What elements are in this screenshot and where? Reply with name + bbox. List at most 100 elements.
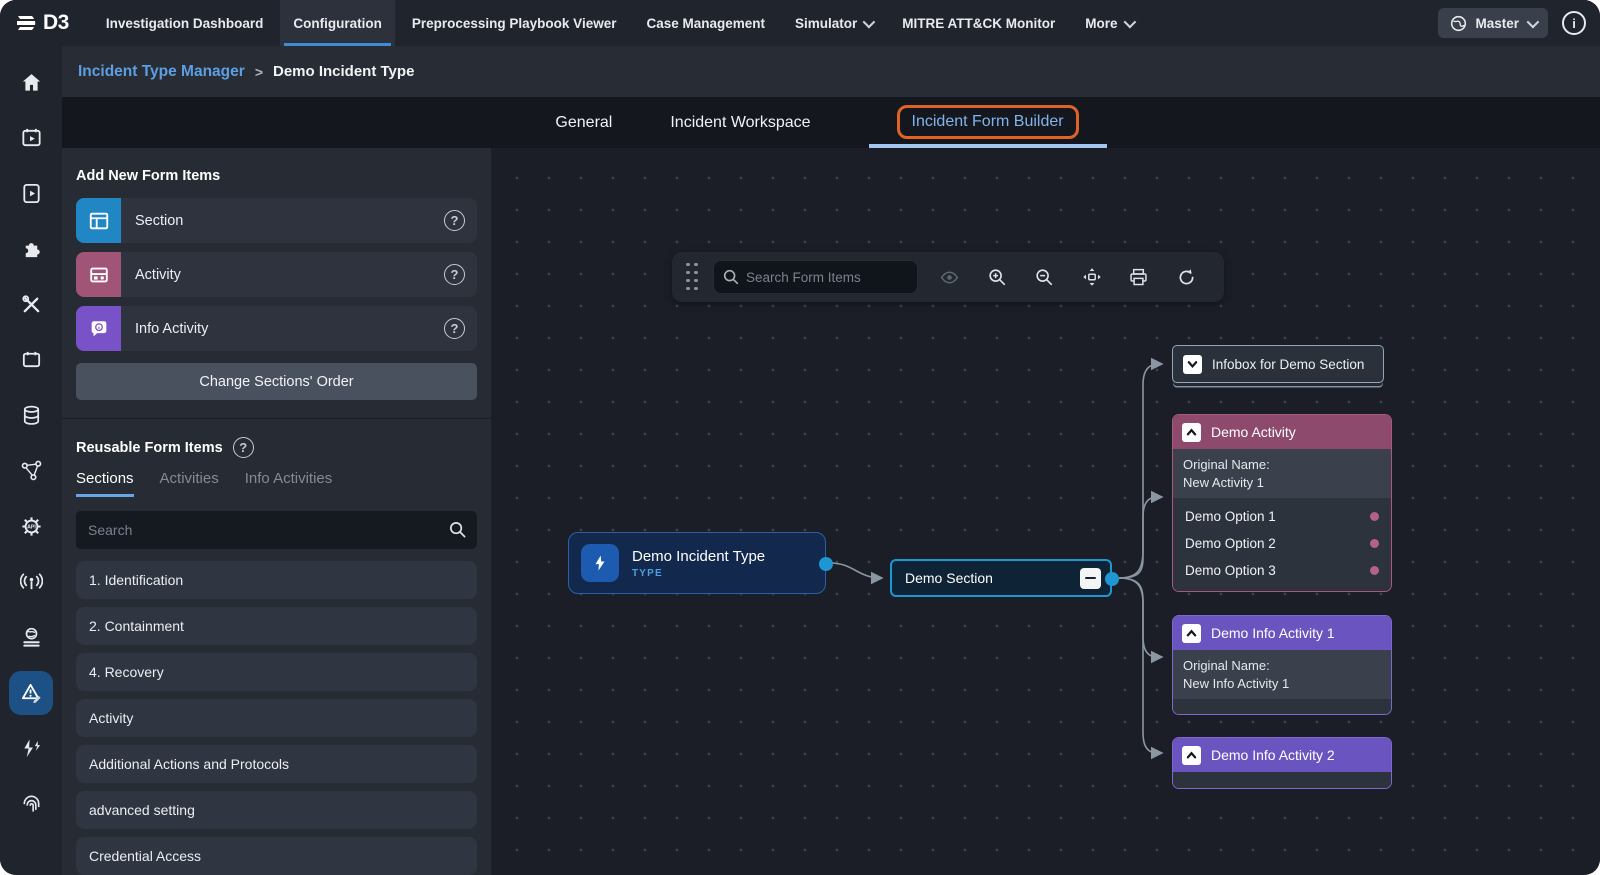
sidebar-item-data[interactable]	[9, 393, 53, 437]
chevron-down-box-icon[interactable]	[1183, 355, 1202, 374]
option-port[interactable]	[1370, 566, 1379, 575]
d3-logo[interactable]: D3	[14, 11, 69, 35]
list-item[interactable]: Additional Actions and Protocols	[76, 745, 477, 783]
info-icon[interactable]: i	[1562, 11, 1586, 35]
sidebar-item-utilities[interactable]	[9, 282, 53, 326]
sidebar-item-web-settings[interactable]	[9, 615, 53, 659]
list-item[interactable]: advanced setting	[76, 791, 477, 829]
puzzle-icon	[20, 237, 43, 260]
node-demo-info-activity-2[interactable]: Demo Info Activity 2	[1172, 737, 1392, 789]
nav-mitre-attack-monitor[interactable]: MITRE ATT&CK Monitor	[889, 0, 1068, 46]
activity-help-icon[interactable]: ?	[444, 264, 465, 285]
drag-handle[interactable]	[686, 263, 699, 292]
tab-general[interactable]: General	[555, 114, 612, 132]
lightning-icon	[581, 544, 619, 582]
list-item[interactable]: Credential Access	[76, 837, 477, 875]
new-section-item[interactable]: Section ?	[76, 198, 477, 243]
sidebar-item-api-settings[interactable]: API	[9, 504, 53, 548]
refresh-button[interactable]	[1171, 262, 1201, 292]
zoom-in-icon	[987, 267, 1007, 287]
option-row[interactable]: Demo Option 2	[1173, 530, 1391, 557]
tab-sections[interactable]: Sections	[76, 470, 134, 497]
sidebar-item-connections[interactable]	[9, 449, 53, 493]
form-builder-canvas[interactable]: Demo Incident Type TYPE Demo Section Inf…	[491, 148, 1600, 875]
chevron-up-box-icon[interactable]	[1182, 746, 1201, 765]
sidebar-item-identity[interactable]	[9, 782, 53, 826]
original-name-value: New Activity 1	[1183, 474, 1381, 492]
canvas-tools	[926, 262, 1210, 292]
main-tab-bar: General Incident Workspace Incident Form…	[62, 97, 1600, 148]
breadcrumb-current: Demo Incident Type	[273, 63, 414, 80]
node-demo-section[interactable]: Demo Section	[890, 559, 1112, 597]
sidebar-item-calendar[interactable]	[9, 338, 53, 382]
output-port[interactable]	[819, 557, 833, 571]
node-title: Demo Activity	[1211, 424, 1296, 440]
canvas-search-input[interactable]	[713, 260, 918, 294]
info-activity-card-header[interactable]: Demo Info Activity 2	[1173, 738, 1391, 772]
tab-incident-workspace[interactable]: Incident Workspace	[670, 114, 810, 132]
activity-card-header[interactable]: Demo Activity	[1173, 415, 1391, 449]
tab-activities[interactable]: Activities	[160, 470, 219, 497]
list-item[interactable]: Activity	[76, 699, 477, 737]
nav-preprocessing-playbook-viewer[interactable]: Preprocessing Playbook Viewer	[399, 0, 630, 46]
nav-case-management[interactable]: Case Management	[633, 0, 778, 46]
nav-more[interactable]: More	[1072, 0, 1145, 46]
reusable-form-items: Reusable Form Items ? Sections Activitie…	[62, 418, 491, 875]
output-port[interactable]	[1105, 572, 1119, 586]
section-help-icon[interactable]: ?	[444, 210, 465, 231]
breadcrumb-parent[interactable]: Incident Type Manager	[78, 63, 245, 81]
node-title: Demo Incident Type	[632, 548, 765, 565]
node-demo-incident-type[interactable]: Demo Incident Type TYPE	[568, 532, 826, 594]
nav-configuration[interactable]: Configuration	[280, 0, 394, 46]
reusable-help-icon[interactable]: ?	[233, 437, 254, 458]
tab-incident-form-builder[interactable]: Incident Form Builder	[897, 105, 1079, 139]
tab-incident-form-builder-wrap: Incident Form Builder	[869, 105, 1107, 148]
printer-icon	[1128, 267, 1149, 288]
collapse-button[interactable]	[1080, 568, 1101, 589]
list-item[interactable]: 1. Identification	[76, 561, 477, 599]
sidebar-item-automation[interactable]	[9, 726, 53, 770]
nav-simulator[interactable]: Simulator	[782, 0, 885, 46]
sidebar-item-home[interactable]	[9, 60, 53, 104]
sidebar-item-broadcast[interactable]	[9, 560, 53, 604]
zoom-out-button[interactable]	[1029, 262, 1059, 292]
svg-text:API: API	[27, 524, 36, 530]
sections-search-input[interactable]	[76, 511, 477, 549]
info-activity-card-header[interactable]: Demo Info Activity 1	[1173, 616, 1391, 650]
sidebar-item-playbooks[interactable]	[9, 171, 53, 215]
node-demo-activity[interactable]: Demo Activity Original Name: New Activit…	[1172, 414, 1392, 592]
globe-lines-icon	[20, 626, 43, 649]
sidebar-item-schedule[interactable]	[9, 116, 53, 160]
list-item[interactable]: 4. Recovery	[76, 653, 477, 691]
option-row[interactable]: Demo Option 1	[1173, 503, 1391, 530]
node-infobox-demo-section[interactable]: Infobox for Demo Section	[1172, 345, 1384, 383]
zoom-in-button[interactable]	[982, 262, 1012, 292]
original-name-value: New Info Activity 1	[1183, 675, 1381, 693]
activity-board-icon	[88, 264, 110, 286]
list-item[interactable]: 2. Containment	[76, 607, 477, 645]
search-icon	[722, 268, 740, 286]
chevron-up-box-icon[interactable]	[1182, 423, 1201, 442]
info-activity-help-icon[interactable]: ?	[444, 318, 465, 339]
new-activity-item[interactable]: Activity ?	[76, 252, 477, 297]
sidebar-item-incident-type-editor[interactable]	[9, 671, 53, 715]
d3-logo-icon	[14, 12, 40, 34]
nav-investigation-dashboard[interactable]: Investigation Dashboard	[93, 0, 277, 46]
antenna-icon	[20, 570, 43, 593]
option-port[interactable]	[1370, 539, 1379, 548]
gear-api-icon: API	[20, 515, 43, 538]
option-row[interactable]: Demo Option 3	[1173, 557, 1391, 584]
print-button[interactable]	[1124, 262, 1154, 292]
fit-view-button[interactable]	[1077, 262, 1107, 292]
node-demo-info-activity-1[interactable]: Demo Info Activity 1 Original Name: New …	[1172, 615, 1392, 715]
breadcrumb-separator: >	[255, 64, 263, 80]
node-title: Demo Section	[905, 570, 1080, 586]
visibility-button[interactable]	[935, 262, 965, 292]
option-port[interactable]	[1370, 512, 1379, 521]
chevron-up-box-icon[interactable]	[1182, 624, 1201, 643]
new-info-activity-item[interactable]: Info Activity ?	[76, 306, 477, 351]
tab-info-activities[interactable]: Info Activities	[245, 470, 333, 497]
change-sections-order-button[interactable]: Change Sections' Order	[76, 363, 477, 400]
master-site-selector[interactable]: Master	[1438, 8, 1548, 38]
sidebar-item-integrations[interactable]	[9, 227, 53, 271]
